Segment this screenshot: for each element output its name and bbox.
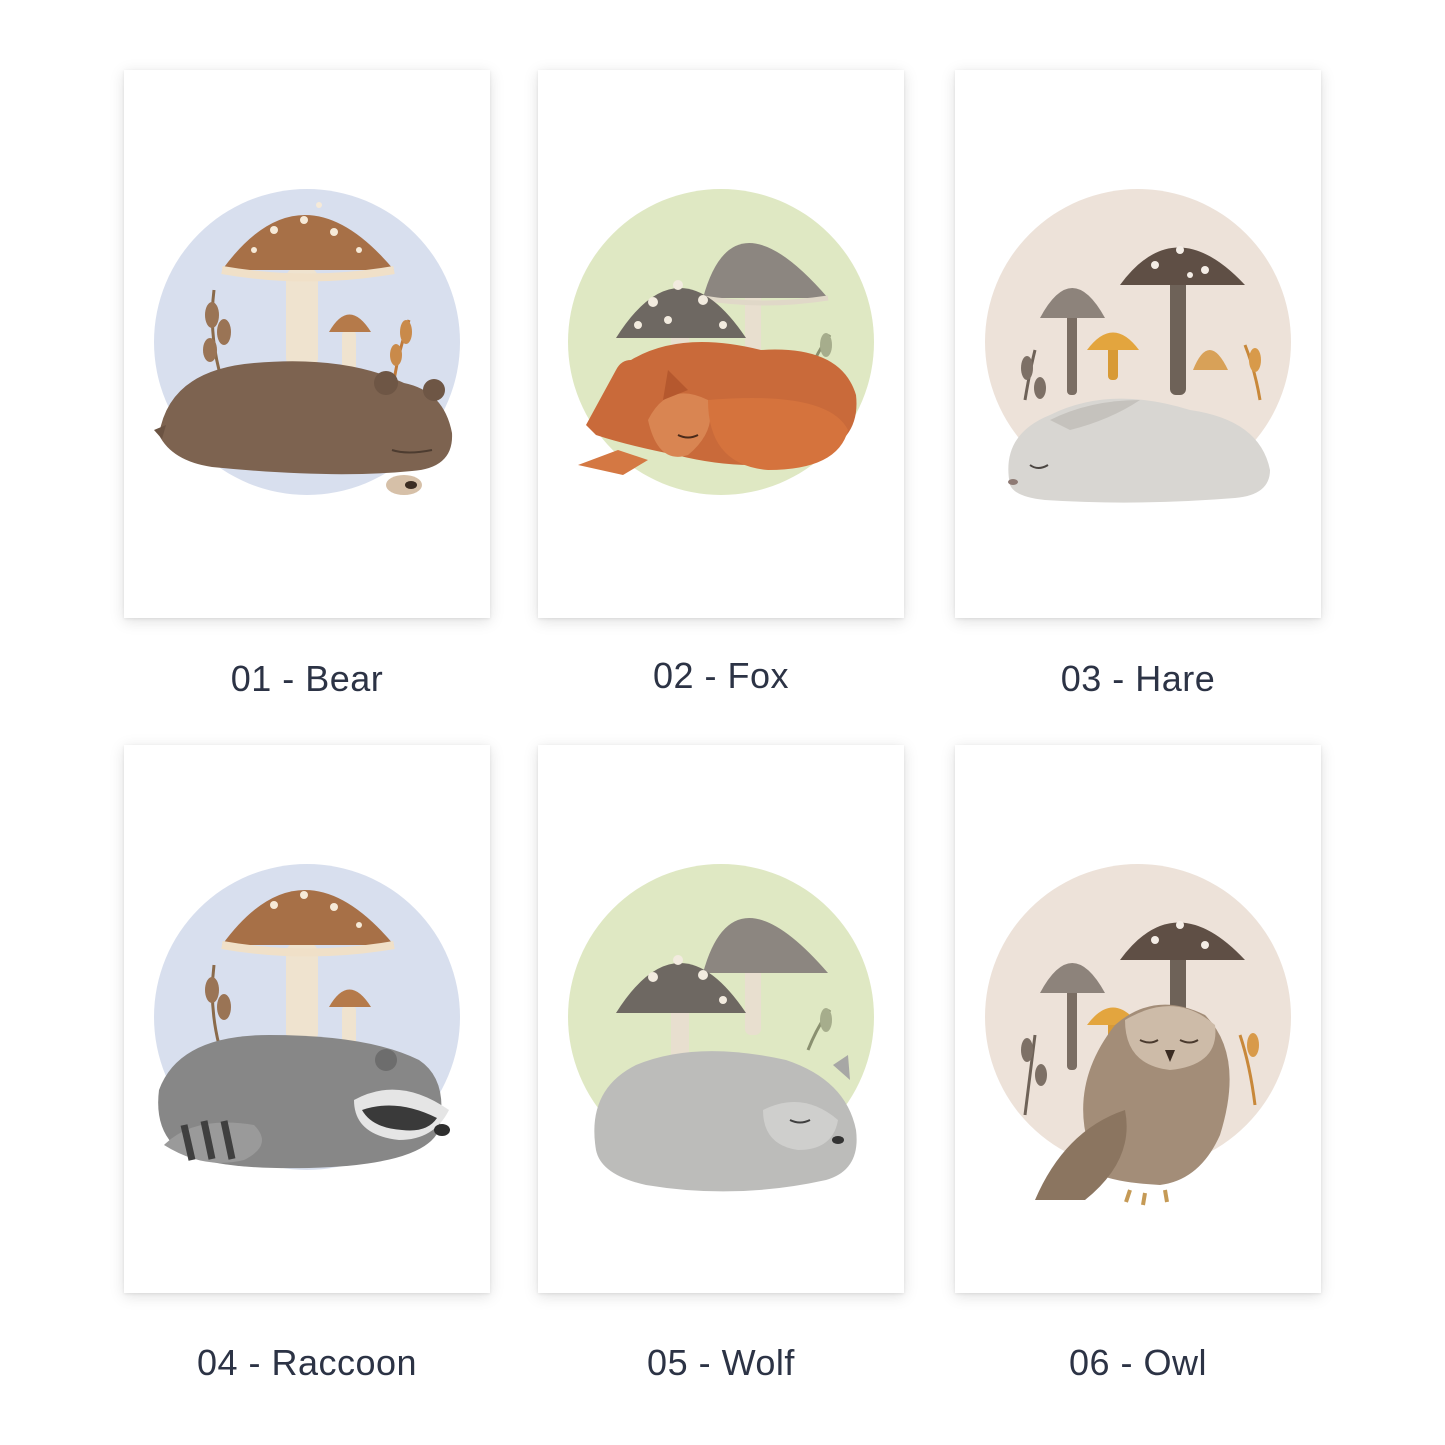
print-caption: 02 - Fox (652, 655, 790, 696)
print-caption: 01 - Bear (230, 658, 384, 699)
print-card-raccoon[interactable] (124, 745, 490, 1293)
raccoon-illustration (154, 864, 460, 1170)
hare-illustration (985, 189, 1291, 503)
owl-illustration (985, 864, 1291, 1206)
bear-illustration (154, 189, 460, 495)
print-caption: 06 - Owl (1068, 1342, 1208, 1383)
print-caption: 04 - Raccoon (196, 1342, 418, 1383)
print-card-owl[interactable] (955, 745, 1321, 1293)
print-caption: 05 - Wolf (647, 1342, 795, 1383)
print-card-fox[interactable] (538, 70, 904, 618)
print-card-wolf[interactable] (538, 745, 904, 1293)
print-caption: 03 - Hare (1060, 658, 1216, 699)
print-card-bear[interactable] (124, 70, 490, 618)
fox-illustration (568, 189, 874, 495)
wolf-illustration (568, 864, 874, 1192)
print-card-hare[interactable] (955, 70, 1321, 618)
